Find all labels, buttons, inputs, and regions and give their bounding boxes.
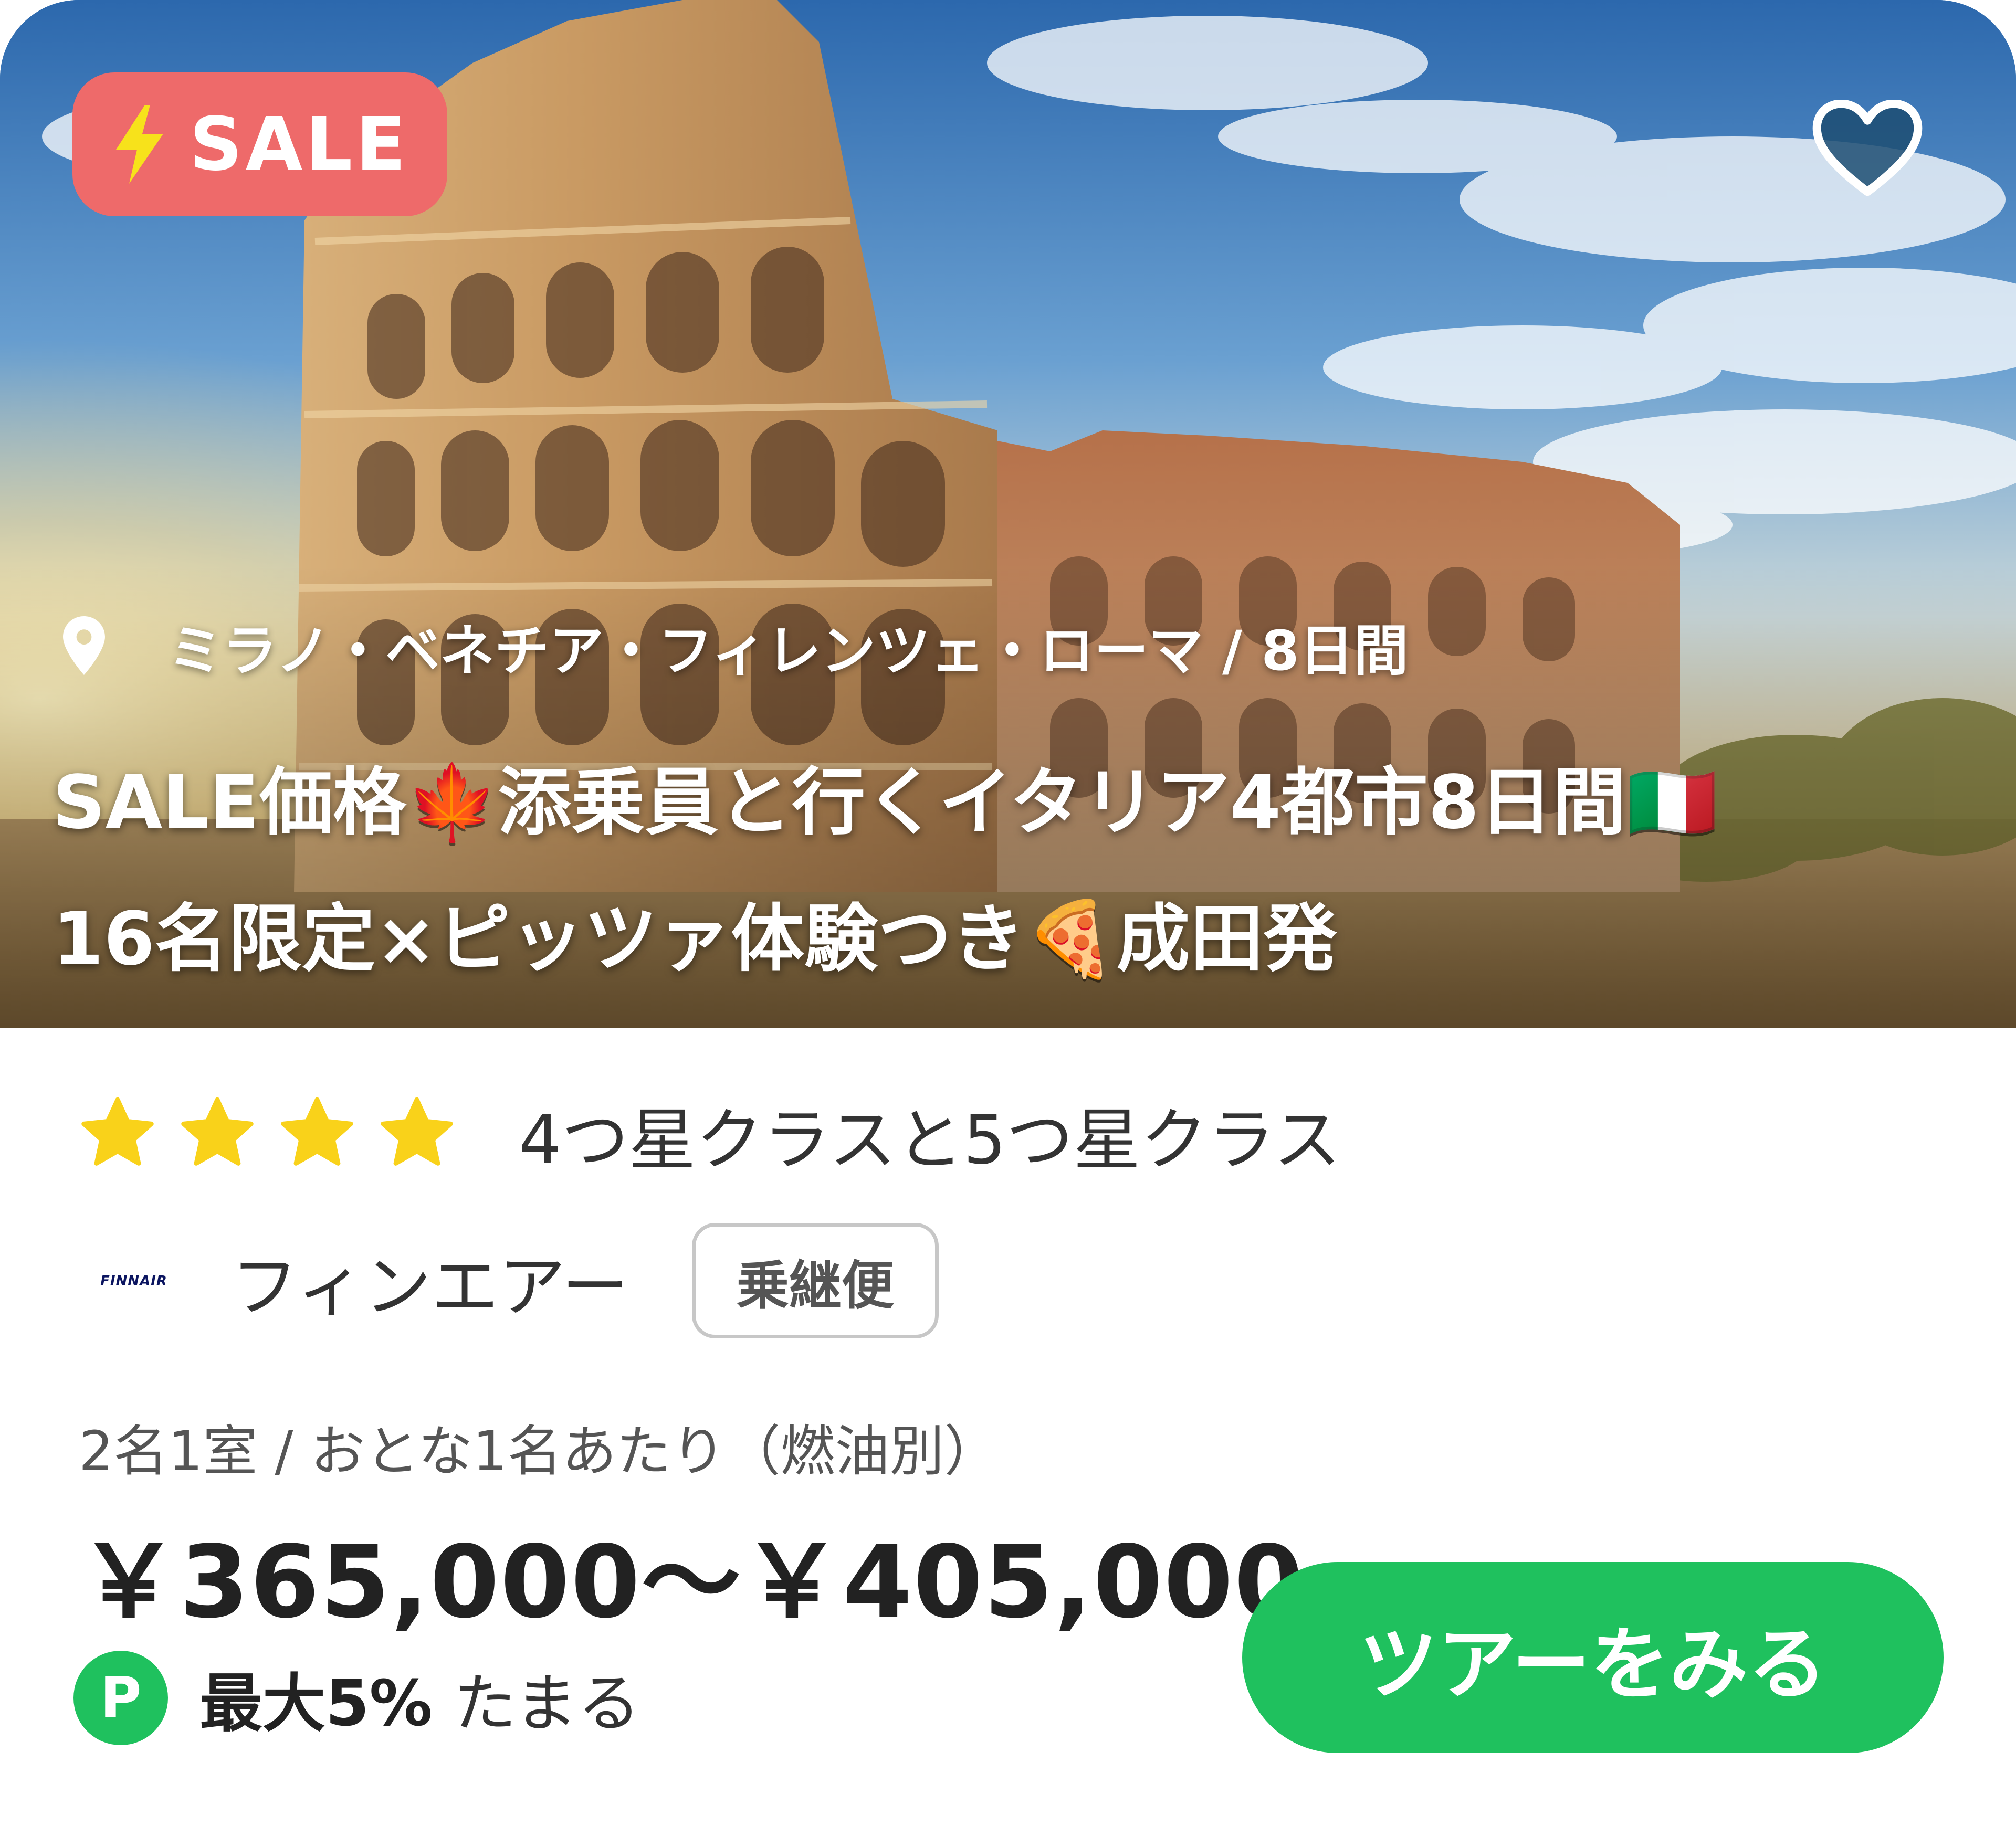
sale-label: SALE	[189, 101, 410, 187]
tour-title-line-1: SALE価格🍁添乗員と行くイタリア4都市8日間🇮🇹	[52, 760, 1718, 846]
star-icon	[181, 1097, 254, 1166]
heart-icon[interactable]	[1811, 100, 1924, 199]
points-icon: P	[74, 1651, 168, 1745]
points-text: たまる	[453, 1667, 641, 1740]
tour-title-line-2: 16名限定×ピッツァ体験つき🍕成田発	[52, 896, 1337, 982]
location-row: ミラノ・ベネチア・フィレンツェ・ローマ / 8日間	[63, 609, 1409, 683]
star-icon	[81, 1097, 154, 1166]
hotel-class-text: 4つ星クラスと5つ星クラス	[519, 1101, 1341, 1179]
points-row: P 最大5% たまる	[74, 1648, 640, 1748]
star-rating	[79, 1097, 456, 1170]
airline-name: フィンエアー	[231, 1248, 629, 1326]
price-note: 2名1室 / おとな1名あたり（燃油別）	[79, 1419, 999, 1483]
flight-type-badge: 乗継便	[691, 1223, 939, 1338]
price-range: ￥365,000〜￥405,000	[79, 1524, 1305, 1640]
finnair-logo: FINNAIR	[100, 1273, 167, 1289]
tour-title[interactable]: SALE価格🍁添乗員と行くイタリア4都市8日間🇮🇹 16名限定×ピッツァ体験つき…	[52, 735, 1942, 1008]
airline-row: FINNAIR フィンエアー 乗継便	[84, 1223, 939, 1338]
hotel-rating-row: 4つ星クラスと5つ星クラス	[79, 1092, 1341, 1179]
svg-text:FINNAIR: FINNAIR	[100, 1273, 167, 1289]
location-text: ミラノ・ベネチア・フィレンツェ・ローマ / 8日間	[168, 618, 1409, 683]
star-icon	[281, 1097, 353, 1166]
star-icon	[381, 1097, 453, 1166]
view-tour-button[interactable]: ツアーをみる	[1242, 1562, 1944, 1753]
map-pin-icon	[63, 616, 105, 675]
points-rate: 最大5%	[200, 1667, 433, 1740]
hero-image[interactable]: SALE ミラノ・ベネチア・フィレンツェ・ローマ / 8日間 SALE価格🍁添乗…	[0, 0, 2016, 1028]
lightning-bolt-icon	[116, 105, 163, 184]
sale-badge: SALE	[72, 72, 447, 216]
tour-card[interactable]: SALE ミラノ・ベネチア・フィレンツェ・ローマ / 8日間 SALE価格🍁添乗…	[0, 0, 2016, 1826]
